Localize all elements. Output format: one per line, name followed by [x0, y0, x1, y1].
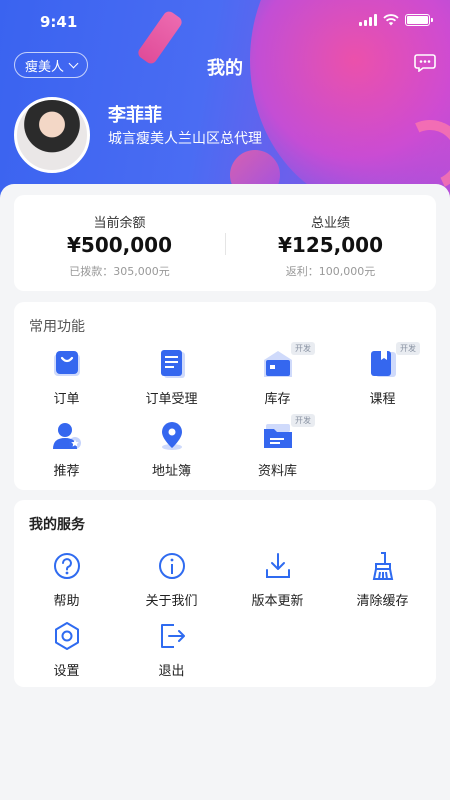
logout-icon — [161, 624, 185, 648]
svc-label: 退出 — [158, 664, 185, 679]
document-list-icon — [161, 350, 185, 378]
func-label: 资料库 — [257, 464, 297, 479]
book-icon — [371, 351, 396, 377]
signal-icon — [359, 14, 377, 26]
download-icon — [266, 553, 290, 578]
stat-sub: 返利：100,000元 — [285, 265, 376, 278]
user-star-icon — [53, 423, 81, 449]
stat-value: ¥500,000 — [66, 233, 172, 257]
svc-label: 版本更新 — [251, 594, 304, 609]
section-title: 我的服务 — [29, 517, 85, 533]
func-label: 库存 — [264, 392, 291, 407]
svc-logout[interactable]: 退出 — [119, 620, 224, 682]
func-orders[interactable]: 订单 — [14, 348, 119, 410]
svc-label: 关于我们 — [145, 594, 198, 609]
func-library[interactable]: 开发 资料库 — [225, 414, 330, 482]
svc-clear-cache[interactable]: 清除缓存 — [330, 550, 435, 612]
func-label: 推荐 — [53, 464, 80, 479]
func-address-book[interactable]: 地址簿 — [119, 420, 224, 482]
svc-label: 设置 — [53, 664, 80, 679]
status-bar: 9:41 — [0, 0, 450, 44]
stat-value: ¥125,000 — [277, 233, 383, 257]
broom-icon — [372, 552, 394, 580]
common-functions-card: 常用功能 订单 订单受理 开发 库存 开发 课程 推荐 地址簿 开发 资料库 — [14, 302, 436, 490]
stat-label: 总业绩 — [310, 216, 350, 231]
svc-label: 清除缓存 — [356, 594, 409, 609]
stat-sub: 已拨款：305,000元 — [69, 265, 170, 278]
gear-icon — [55, 622, 79, 650]
dev-badge: 开发 — [396, 342, 420, 355]
func-label: 地址簿 — [151, 464, 191, 479]
folder-icon — [264, 424, 292, 448]
warehouse-icon — [264, 351, 292, 377]
status-time: 9:41 — [40, 13, 78, 31]
dev-badge: 开发 — [291, 414, 315, 427]
chat-bubble-icon[interactable] — [414, 54, 436, 72]
func-courses[interactable]: 开发 课程 — [330, 342, 435, 410]
balance-card: 当前余额 ¥500,000 已拨款：305,000元 总业绩 ¥125,000 … — [14, 195, 436, 291]
func-label: 订单受理 — [145, 392, 198, 407]
user-name: 李菲菲 — [108, 105, 162, 126]
user-role: 城言瘦美人兰山区总代理 — [108, 131, 262, 147]
help-circle-icon — [54, 553, 80, 579]
svc-help[interactable]: 帮助 — [14, 550, 119, 612]
info-circle-icon — [159, 553, 185, 579]
dev-badge: 开发 — [291, 342, 315, 355]
battery-icon — [405, 14, 433, 26]
user-profile[interactable]: 李菲菲 城言瘦美人兰山区总代理 — [14, 97, 434, 173]
stat-label: 当前余额 — [93, 216, 146, 231]
page-title: 我的 — [207, 58, 243, 79]
section-title: 常用功能 — [29, 319, 85, 335]
top-nav: 瘦美人 我的 — [0, 52, 450, 80]
svc-settings[interactable]: 设置 — [14, 620, 119, 682]
func-order-acceptance[interactable]: 订单受理 — [119, 348, 224, 410]
svc-about[interactable]: 关于我们 — [119, 550, 224, 612]
balance-stat[interactable]: 当前余额 ¥500,000 已拨款：305,000元 — [14, 195, 225, 291]
svc-update[interactable]: 版本更新 — [225, 550, 330, 612]
func-inventory[interactable]: 开发 库存 — [225, 342, 330, 410]
shopping-bag-icon — [54, 351, 80, 376]
func-recommend[interactable]: 推荐 — [14, 420, 119, 482]
wifi-icon — [383, 14, 399, 26]
avatar[interactable] — [14, 97, 90, 173]
performance-stat[interactable]: 总业绩 ¥125,000 返利：100,000元 — [225, 195, 436, 291]
my-services-card: 我的服务 帮助 关于我们 版本更新 清除缓存 设置 退出 — [14, 500, 436, 687]
location-pin-icon — [162, 422, 182, 450]
func-label: 订单 — [53, 392, 80, 407]
svc-label: 帮助 — [53, 594, 80, 609]
func-label: 课程 — [369, 392, 396, 407]
